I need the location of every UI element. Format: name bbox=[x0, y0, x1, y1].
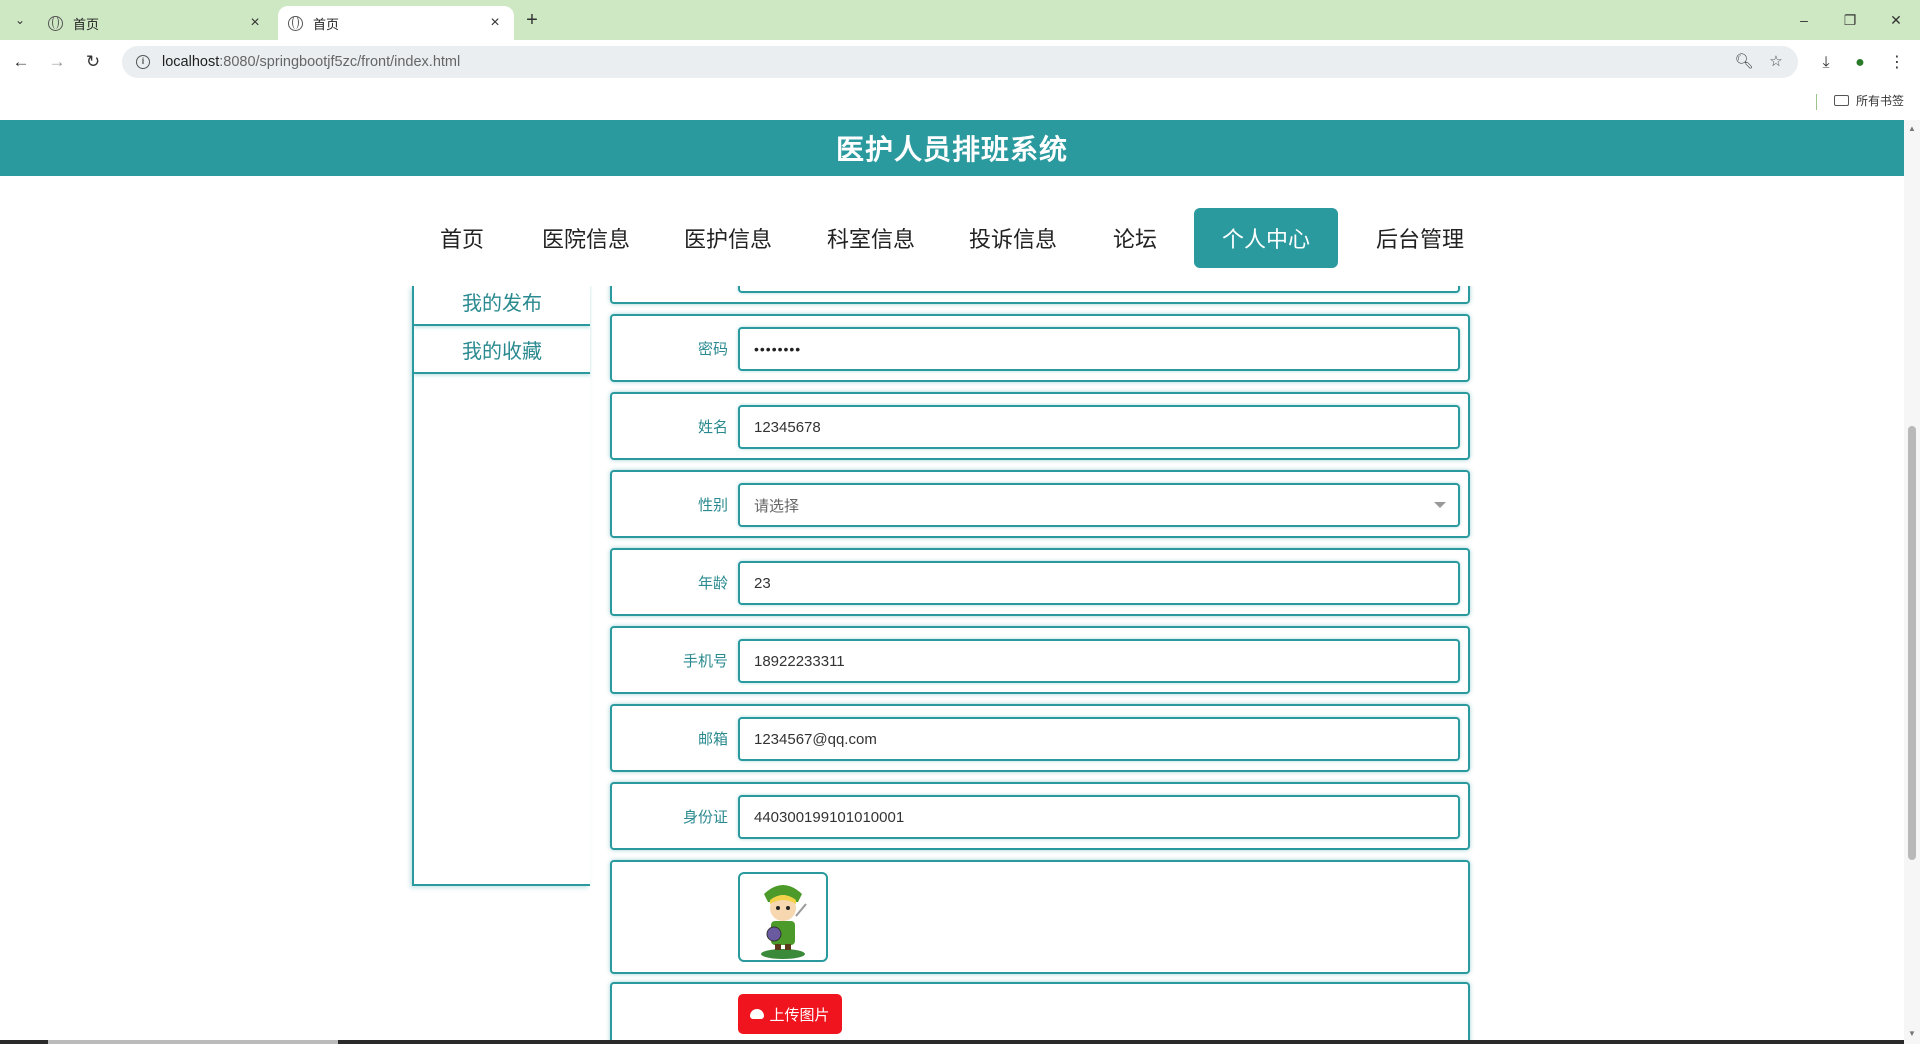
tab-title: 首页 bbox=[73, 16, 100, 32]
form-row-age: 年龄 23 bbox=[610, 548, 1470, 616]
side-item-my-posts[interactable]: 我的发布 bbox=[414, 286, 590, 326]
scrollbar-thumb[interactable] bbox=[1908, 426, 1916, 860]
avatar-image bbox=[761, 885, 807, 959]
new-tab-icon[interactable]: + bbox=[520, 8, 544, 32]
site-title: 医护人员排班系统 bbox=[835, 134, 1068, 165]
form-row-upload: 上传图片 bbox=[610, 982, 1470, 1044]
browser-tab-bar: ⌄ 首页 × 首页 × + – ❐ ✕ bbox=[0, 0, 1920, 40]
age-label: 年龄 bbox=[697, 574, 728, 592]
nav-item-personal-center[interactable]: 个人中心 bbox=[1194, 208, 1338, 268]
password-label: 密码 bbox=[697, 340, 728, 358]
window-close-icon[interactable]: ✕ bbox=[1882, 8, 1910, 32]
page-content: 我的发布 我的收藏 账号 12345678 密码 •••••••• 姓名 123… bbox=[0, 286, 1904, 1044]
nav-item-forum[interactable]: 论坛 bbox=[1100, 208, 1170, 268]
gender-label: 性别 bbox=[697, 496, 728, 514]
globe-icon bbox=[288, 15, 303, 31]
form-row-phone: 手机号 18922233311 bbox=[610, 626, 1470, 694]
reload-icon[interactable]: ↻ bbox=[80, 50, 106, 74]
back-icon[interactable]: ← bbox=[8, 50, 34, 74]
nav-item-hospital[interactable]: 医院信息 bbox=[530, 208, 642, 268]
phone-label: 手机号 bbox=[682, 652, 728, 670]
dropdown-arrow-icon bbox=[1434, 502, 1446, 508]
avatar[interactable] bbox=[738, 872, 828, 962]
bookmarks-bar: 所有书签 bbox=[0, 84, 1920, 120]
scroll-down-arrow-icon[interactable]: ▼ bbox=[1908, 1029, 1916, 1038]
age-input[interactable]: 23 bbox=[738, 561, 1460, 605]
forward-icon[interactable]: → bbox=[44, 50, 70, 74]
gender-select-placeholder: 请选择 bbox=[754, 497, 800, 515]
folder-icon bbox=[1834, 95, 1849, 106]
minimize-icon[interactable]: – bbox=[1790, 8, 1818, 32]
phone-input[interactable]: 18922233311 bbox=[738, 639, 1460, 683]
tab-title: 首页 bbox=[313, 16, 340, 32]
name-label: 姓名 bbox=[697, 418, 728, 436]
password-input[interactable]: •••••••• bbox=[738, 327, 1460, 371]
download-icon[interactable]: ⤓ bbox=[1815, 52, 1837, 74]
horizontal-scrollbar-thumb[interactable] bbox=[48, 1040, 338, 1044]
email-label: 邮箱 bbox=[697, 730, 728, 748]
all-bookmarks-button[interactable]: 所有书签 bbox=[1834, 92, 1904, 109]
nav-item-complaint[interactable]: 投诉信息 bbox=[957, 208, 1069, 268]
page-viewport: 医护人员排班系统 首页 医院信息 医护信息 科室信息 投诉信息 论坛 个人中心 … bbox=[0, 120, 1904, 1044]
form-row-avatar bbox=[610, 860, 1470, 974]
vertical-scrollbar[interactable]: ▲ ▼ bbox=[1904, 120, 1920, 1044]
id-card-input[interactable]: 440300199101010001 bbox=[738, 795, 1460, 839]
site-header: 医护人员排班系统 bbox=[0, 120, 1904, 176]
zoom-icon[interactable]: 🔍︎ bbox=[1734, 52, 1754, 72]
profile-avatar-icon[interactable]: ● bbox=[1849, 52, 1871, 74]
browser-tab[interactable]: 首页 × bbox=[38, 6, 274, 40]
menu-kebab-icon[interactable]: ⋮ bbox=[1886, 52, 1908, 74]
form-row-email: 邮箱 1234567@qq.com bbox=[610, 704, 1470, 772]
side-menu: 我的发布 我的收藏 bbox=[412, 286, 590, 886]
nav-item-home[interactable]: 首页 bbox=[424, 208, 500, 268]
gender-select[interactable]: 请选择 bbox=[738, 483, 1460, 527]
url-path: :8080/springbootjf5zc/front/index.html bbox=[219, 54, 461, 70]
browser-tab-active[interactable]: 首页 × bbox=[278, 6, 514, 40]
form-row-name: 姓名 12345678 bbox=[610, 392, 1470, 460]
scroll-up-arrow-icon[interactable]: ▲ bbox=[1908, 124, 1916, 133]
account-input[interactable]: 12345678 bbox=[738, 286, 1460, 293]
upload-cloud-icon bbox=[750, 1009, 765, 1019]
account-label: 账号 bbox=[612, 286, 728, 302]
form-row-id-card: 身份证 440300199101010001 bbox=[610, 782, 1470, 850]
form-row-gender: 性别 请选择 bbox=[610, 470, 1470, 538]
upload-image-button[interactable]: 上传图片 bbox=[738, 994, 842, 1034]
site-info-icon[interactable]: i bbox=[136, 55, 150, 69]
restore-icon[interactable]: ❐ bbox=[1836, 8, 1864, 32]
close-icon[interactable]: × bbox=[486, 14, 504, 32]
main-nav: 首页 医院信息 医护信息 科室信息 投诉信息 论坛 个人中心 后台管理 bbox=[0, 176, 1904, 286]
name-input[interactable]: 12345678 bbox=[738, 405, 1460, 449]
nav-item-department[interactable]: 科室信息 bbox=[815, 208, 927, 268]
form-row-password: 密码 •••••••• bbox=[610, 314, 1470, 382]
bookmark-star-icon[interactable]: ☆ bbox=[1766, 52, 1786, 72]
email-input[interactable]: 1234567@qq.com bbox=[738, 717, 1460, 761]
tab-search-chevron-icon[interactable]: ⌄ bbox=[8, 8, 32, 32]
nav-item-medical-staff[interactable]: 医护信息 bbox=[672, 208, 784, 268]
side-item-my-favorites[interactable]: 我的收藏 bbox=[414, 326, 590, 374]
globe-icon bbox=[48, 15, 63, 31]
upload-button-label: 上传图片 bbox=[769, 1006, 830, 1024]
address-bar[interactable]: i localhost:8080/springbootjf5zc/front/i… bbox=[122, 46, 1798, 78]
nav-item-admin[interactable]: 后台管理 bbox=[1364, 208, 1476, 268]
close-icon[interactable]: × bbox=[246, 14, 264, 32]
url-host: localhost bbox=[162, 54, 220, 70]
form-row-account: 账号 12345678 bbox=[610, 286, 1470, 304]
browser-toolbar: ← → ↻ i localhost:8080/springbootjf5zc/f… bbox=[0, 40, 1920, 84]
bookmarks-separator bbox=[1816, 94, 1817, 110]
id-card-label: 身份证 bbox=[682, 808, 728, 826]
all-bookmarks-label: 所有书签 bbox=[1856, 94, 1905, 108]
